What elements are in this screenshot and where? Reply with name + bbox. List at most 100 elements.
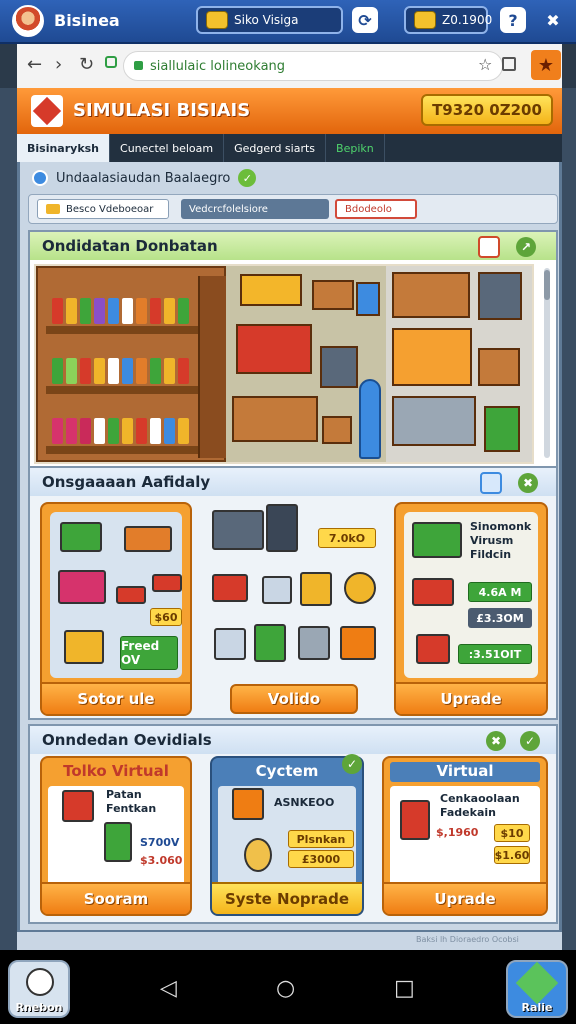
site-security-icon[interactable] [105,56,117,68]
sign-board[interactable] [356,282,380,316]
resource-slot-right[interactable]: Z0.1900 [404,6,492,34]
upgrade-card-vehicles[interactable]: $60 Freed OV Sotor ule [40,502,192,716]
back-icon[interactable]: ← [27,54,42,75]
offer-card-system-title: Cyctem [255,762,319,780]
confirm-icon[interactable]: ✓ [520,731,540,751]
tab-business[interactable]: Bisinaryksh [17,134,111,162]
lightbulb-icon [244,838,272,872]
bus-icon [124,526,172,552]
system-nav-bar: ◁ ○ □ [0,950,576,1024]
game-title: SIMULASI BISIAIS [73,100,251,121]
upgrades-section-header: Onsgaaaan Aafidaly ✖ [30,468,556,496]
cube-icon[interactable] [480,472,502,494]
fruit-crate[interactable] [312,280,354,310]
extension-star-icon[interactable]: ★ [531,50,561,80]
offer-shop-button[interactable]: Sooram [42,882,190,914]
offer-card-system[interactable]: Cyctem ✓ ASNKEOO Plsnkan £3000 Syste Nop… [210,754,364,916]
trash-bin-icon[interactable] [254,624,286,662]
bookmark-star-icon[interactable]: ☆ [478,55,492,74]
lock-icon [134,61,143,70]
basket-icon [416,634,450,664]
coin-stack-icon[interactable] [344,572,376,604]
hand-truck-icon[interactable] [300,572,332,606]
confirm-icon[interactable]: ✓ [238,169,257,187]
document-icon [515,961,559,1005]
vehicles-panel: $60 Freed OV [50,512,182,678]
offer-shop-price-2: $3.060 [140,854,183,867]
shop-section-header: Ondidatan Donbatan ↗ [30,232,556,260]
cart-icon[interactable] [262,576,292,604]
bread-counter[interactable] [392,396,476,446]
offer-card-shop[interactable]: Tolko Virtual Patan Fentkan S700V $3.060… [40,756,192,916]
tools-icon[interactable]: ✖ [486,731,506,751]
filter-field-dark[interactable]: Vedcrcfolelsiore [181,199,329,219]
tools-icon[interactable]: ✖ [540,7,566,33]
info-icon[interactable] [32,170,48,186]
offer-shop-line-2: Fentkan [106,802,157,815]
coin-pile-icon[interactable] [340,626,376,660]
produce-crate[interactable] [240,274,302,306]
offer-system-button[interactable]: Syste Noprade [212,882,362,914]
shelf-unit [36,266,228,462]
tab-extra[interactable]: Bepikn [326,134,385,162]
avatar[interactable] [12,5,44,37]
offer-virtual-button[interactable]: Uprade [384,882,546,914]
nav-recents-icon[interactable]: □ [394,976,415,1001]
nav-home-icon[interactable]: ○ [276,976,295,1001]
box-icon [232,788,264,820]
tab-charts[interactable]: Gedgerd siarts [224,134,327,162]
corner-app-left-label: Rnebon [15,1001,63,1014]
delivery-truck-icon [64,630,104,664]
offer-virtual-price-3: $1.60 [494,846,530,864]
corner-app-left[interactable]: Rnebon [8,960,70,1018]
corner-app-right[interactable]: Ralie [506,960,568,1018]
market-stall[interactable] [392,328,472,386]
store-line-3: Fildcin [470,548,512,561]
trolley-icon[interactable] [298,626,330,660]
shop-section-title: Ondidatan Donbatan [42,237,218,255]
basket-icon[interactable] [212,574,248,602]
info-stand[interactable] [359,379,381,459]
scene-scrollbar[interactable] [544,268,550,458]
stores-upgrade-button[interactable]: Uprade [396,682,546,714]
vehicles-store-button[interactable]: Sotor ule [42,682,190,714]
car-icon [152,574,182,592]
vending-machine[interactable] [484,406,520,452]
drink-shelf[interactable] [478,272,522,320]
shelf-rack[interactable] [320,346,358,388]
small-crate[interactable] [322,416,352,444]
fruit-box[interactable] [478,348,520,386]
nav-back-icon[interactable]: ◁ [160,976,177,1001]
freezer-unit[interactable] [236,324,312,374]
vehicle-price-tag: $60 [150,608,182,626]
coin-icon [414,11,436,29]
resource-slot-left[interactable]: Siko Visiga [196,6,343,34]
fridge-icon[interactable] [212,510,264,550]
reload-icon[interactable]: ↻ [79,54,94,75]
box-icon[interactable] [478,236,500,258]
offers-section-header: Onndedan Oevidials ✖ ✓ [30,726,556,754]
cash-register-icon [62,790,94,822]
forward-icon[interactable]: › [55,54,62,75]
cart-icon[interactable] [214,628,246,660]
address-bar[interactable]: siallulaic lolineokang [123,51,503,81]
tools-icon[interactable]: ✖ [518,473,538,493]
upgrade-card-stores[interactable]: Sinomonk Virusm Fildcin 4.6A M £3.3OM :3… [394,502,548,716]
filter-field-pencil[interactable]: Besco Vdeboeoar [37,199,169,219]
help-icon[interactable]: ? [500,7,526,33]
upgrades-section-title: Onsgaaaan Aafidaly [42,473,211,491]
volume-button[interactable]: Volido [230,684,358,714]
freezer-icon[interactable] [266,504,298,552]
tab-connections[interactable]: Cunectel beloam [110,134,225,162]
info-label: Undaalasiaudan Baalaegro [56,170,231,186]
expand-icon[interactable]: ↗ [516,237,536,257]
vegetable-crate[interactable] [392,272,470,318]
display-crate[interactable] [232,396,318,442]
shop-scene[interactable] [34,264,534,464]
share-icon[interactable]: ⟳ [352,7,378,33]
offer-card-virtual[interactable]: Virtual Cenkaoolaan Fadekain $,1960 $10 … [382,756,548,916]
offer-shop-price-1: S700V [140,836,180,849]
tabs-icon[interactable] [502,57,516,71]
filter-field-red[interactable]: Bdodeolo [335,199,417,219]
money-display[interactable]: T9320 0Z200 [421,94,553,126]
